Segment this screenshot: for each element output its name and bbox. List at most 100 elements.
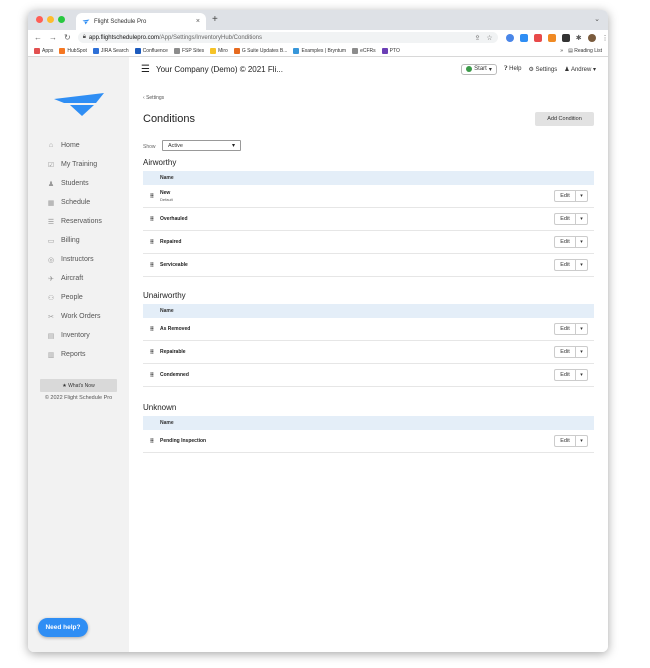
more-vert-icon[interactable]: ⋮	[602, 34, 608, 42]
help-link[interactable]: ❓︎ Help	[504, 66, 522, 73]
bookmark-item[interactable]: HubSpot	[59, 47, 87, 54]
bookmark-item[interactable]: JIRA Search	[92, 47, 129, 54]
chevron-down-icon[interactable]: ▾	[576, 191, 587, 201]
bookmark-item[interactable]: PTO	[381, 47, 400, 54]
drag-handle-icon[interactable]: ⠿	[143, 239, 160, 246]
hamburger-menu-icon[interactable]: ☰	[141, 64, 150, 75]
sidebar-nav: ⌂ Home ☑ My Training ♟ Students ▦ Schedule ☰ Rese…	[28, 136, 129, 364]
tab-close-icon[interactable]: ×	[196, 18, 200, 25]
address-bar[interactable]: 🔒︎ app.flightschedulepro.com/App/Setting…	[77, 32, 498, 43]
table-row: ⠿ Repairable Edit ▾	[143, 341, 594, 364]
condition-name-text: Pending Inspection	[160, 438, 207, 444]
extension-icon[interactable]	[561, 33, 570, 42]
edit-button[interactable]: Edit	[555, 237, 576, 247]
drag-handle-icon[interactable]: ⠿	[143, 349, 160, 356]
bookmark-item[interactable]: Miro	[210, 47, 228, 54]
bookmark-item[interactable]: Apps	[34, 47, 53, 54]
bookmark-label: Examples | Bryntum	[301, 47, 347, 54]
sidebar-item-students[interactable]: ♟ Students	[28, 174, 129, 193]
whats-new-button[interactable]: ★ What's Now	[40, 379, 117, 392]
back-arrow-icon[interactable]: ←	[34, 33, 42, 42]
bookmark-icon	[293, 47, 300, 54]
bookmark-star-icon[interactable]: ☆	[486, 34, 492, 42]
new-tab-icon[interactable]: +	[212, 14, 218, 25]
chevron-down-icon[interactable]: ▾	[576, 260, 587, 270]
chevron-down-icon[interactable]: ▾	[576, 324, 587, 334]
chevron-down-icon[interactable]: ▾	[576, 370, 587, 380]
edit-button-group: Edit ▾	[554, 346, 588, 358]
browser-tab[interactable]: Flight Schedule Pro ×	[76, 13, 206, 30]
bookmark-item[interactable]: Examples | Bryntum	[293, 47, 347, 54]
puzzle-icon[interactable]: ✱	[576, 34, 582, 42]
extension-icon[interactable]	[533, 33, 542, 42]
chevron-down-icon[interactable]: ▾	[576, 237, 587, 247]
app: ⌂ Home ☑ My Training ♟ Students ▦ Schedule ☰ Rese…	[28, 57, 608, 652]
edit-button[interactable]: Edit	[555, 347, 576, 357]
sidebar-item-inventory[interactable]: ▤ Inventory	[28, 326, 129, 345]
sidebar-item-people[interactable]: ⚇ People	[28, 288, 129, 307]
sidebar-item-work-orders[interactable]: ✂ Work Orders	[28, 307, 129, 326]
minimize-window-button[interactable]	[47, 16, 54, 23]
sidebar-item-reports[interactable]: ▥ Reports	[28, 345, 129, 364]
help-icon: ❓︎	[503, 65, 508, 72]
start-button[interactable]: Start ▾	[461, 63, 497, 75]
extension-icon[interactable]	[519, 33, 528, 42]
need-help-button[interactable]: Need help?	[38, 618, 88, 637]
drag-handle-icon[interactable]: ⠿	[143, 372, 160, 379]
chevron-down-icon[interactable]: ▾	[576, 347, 587, 357]
sidebar-item-aircraft[interactable]: ✈ Aircraft	[28, 269, 129, 288]
bookmark-item[interactable]: Confluence	[134, 47, 168, 54]
table-row: ⠿ Overhauled Edit ▾	[143, 208, 594, 231]
instructor-icon: ◎	[47, 256, 55, 264]
sidebar-item-reservations[interactable]: ☰ Reservations	[28, 212, 129, 231]
extension-icon[interactable]	[547, 33, 556, 42]
add-condition-button[interactable]: Add Condition	[535, 112, 594, 126]
close-window-button[interactable]	[36, 16, 43, 23]
chevron-down-icon[interactable]: ▾	[576, 214, 587, 224]
sidebar-item-my-training[interactable]: ☑ My Training	[28, 155, 129, 174]
share-icon[interactable]: ⇪	[475, 34, 481, 42]
start-label: Start	[474, 66, 487, 72]
drag-handle-icon[interactable]: ⠿	[143, 193, 160, 200]
edit-button[interactable]: Edit	[555, 260, 576, 270]
sidebar-item-label: Instructors	[61, 256, 94, 263]
bookmark-item[interactable]: G Suite Updates B...	[233, 47, 287, 54]
sidebar-item-label: Billing	[61, 237, 80, 244]
sidebar-item-billing[interactable]: ▭ Billing	[28, 231, 129, 250]
student-icon: ♟	[47, 180, 55, 188]
show-filter-select[interactable]: Active ▾	[162, 140, 241, 151]
edit-button[interactable]: Edit	[555, 370, 576, 380]
edit-button[interactable]: Edit	[555, 191, 576, 201]
fsp-logo[interactable]	[52, 91, 106, 117]
back-to-settings-link[interactable]: ‹ Settings	[143, 95, 164, 101]
edit-button[interactable]: Edit	[555, 324, 576, 334]
drag-handle-icon[interactable]: ⠿	[143, 216, 160, 223]
reload-icon[interactable]: ↻	[64, 33, 71, 42]
tab-search-icon[interactable]: ⌄	[594, 15, 600, 23]
sidebar-item-instructors[interactable]: ◎ Instructors	[28, 250, 129, 269]
sidebar-item-home[interactable]: ⌂ Home	[28, 136, 129, 155]
profile-avatar-icon[interactable]	[587, 33, 596, 42]
default-badge: Default	[160, 197, 173, 202]
edit-button-group: Edit ▾	[554, 435, 588, 447]
drag-handle-icon[interactable]: ⠿	[143, 262, 160, 269]
forward-arrow-icon[interactable]: →	[49, 33, 57, 42]
edit-button[interactable]: Edit	[555, 436, 576, 446]
people-icon: ⚇	[47, 294, 55, 302]
reading-list-button[interactable]: ▤ Reading List	[568, 48, 602, 54]
drag-handle-icon[interactable]: ⠿	[143, 326, 160, 333]
chevron-down-icon[interactable]: ▾	[576, 436, 587, 446]
settings-label: Settings	[535, 66, 558, 73]
user-menu[interactable]: ♟ Andrew ▾	[564, 66, 596, 73]
sidebar-item-schedule[interactable]: ▦ Schedule	[28, 193, 129, 212]
user-icon: ♟	[564, 66, 570, 73]
drag-handle-icon[interactable]: ⠿	[143, 438, 160, 445]
zoom-window-button[interactable]	[58, 16, 65, 23]
edit-button[interactable]: Edit	[555, 214, 576, 224]
chevron-double-right-icon[interactable]: »	[560, 48, 563, 54]
settings-link[interactable]: ⚙ Settings	[528, 66, 557, 73]
extension-icon[interactable]	[505, 33, 514, 42]
bookmark-item[interactable]: eCFRs	[352, 47, 376, 54]
copyright: © 2022 Flight Schedule Pro	[44, 395, 113, 401]
bookmark-item[interactable]: FSP Sites	[173, 47, 204, 54]
